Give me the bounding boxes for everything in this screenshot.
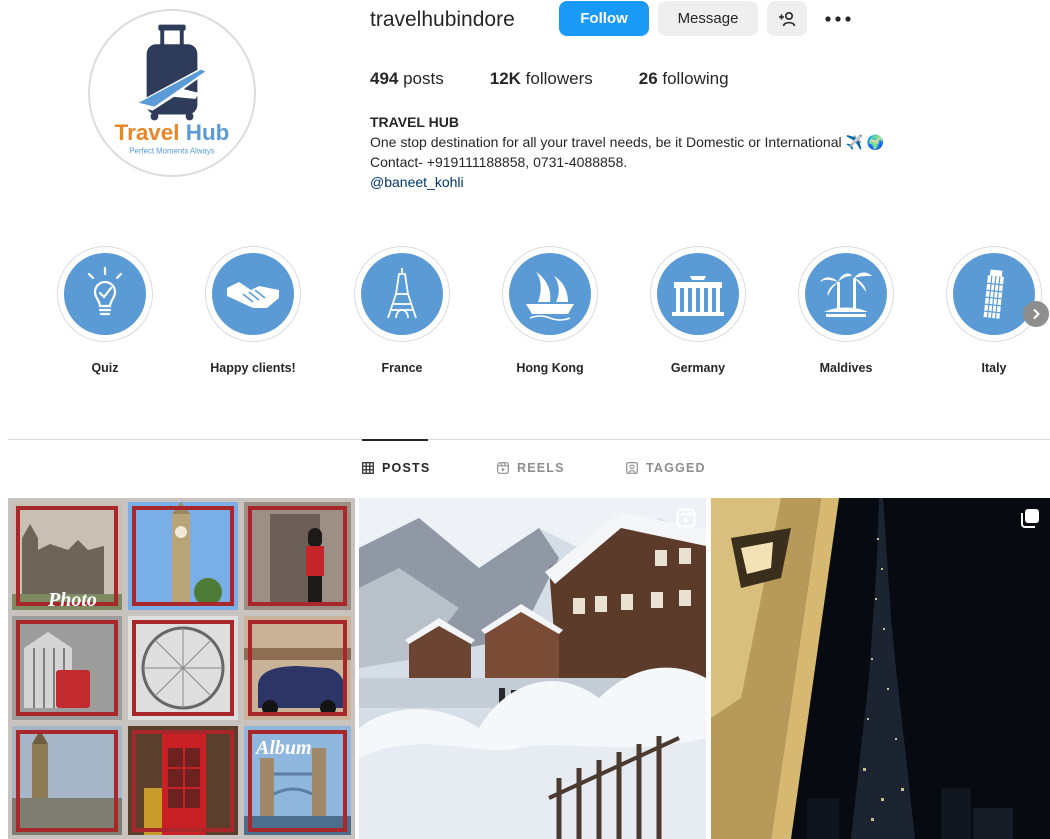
reel-badge: [676, 508, 696, 528]
highlight-label: Happy clients!: [210, 361, 296, 375]
burj-night-image: [711, 498, 1050, 839]
active-tab-indicator: [362, 439, 428, 441]
bio-mention-link[interactable]: @baneet_kohli: [370, 172, 884, 192]
reels-icon: [497, 462, 509, 474]
junk-boat-icon: [526, 272, 574, 321]
highlight-maldives[interactable]: Maldives: [771, 246, 921, 376]
carousel-badge: [1020, 508, 1040, 528]
post-london-collage[interactable]: Photo Album: [8, 498, 355, 839]
bio-display-name: TRAVEL HUB: [370, 114, 459, 130]
bio-contact: Contact- +919111188858, 0731-4088858.: [370, 154, 628, 170]
tab-posts[interactable]: POSTS: [362, 461, 430, 475]
plane-globe-emoji: ✈️ 🌍: [845, 134, 885, 150]
eiffel-tower-icon: [387, 268, 417, 319]
brandenburg-gate-icon: [672, 276, 724, 316]
logo-tagline: Perfect Moments Always: [129, 147, 214, 156]
highlight-label: France: [381, 361, 423, 375]
grid-icon: [362, 462, 374, 474]
add-user-icon: [779, 11, 796, 26]
london-collage-image: Photo Album: [8, 498, 355, 839]
collage-overlay-bottom: Album: [254, 737, 312, 759]
profile-stats: 494 posts 12K followers 26 following: [370, 68, 775, 90]
chevron-right-icon: [1033, 308, 1040, 320]
highlight-label: Maldives: [819, 361, 873, 375]
palm-island-icon: [820, 272, 872, 317]
highlight-happy-clients[interactable]: Happy clients!: [178, 246, 328, 376]
tagged-icon: [626, 462, 638, 474]
more-dots-icon: [825, 15, 851, 22]
suggest-user-button[interactable]: [767, 1, 807, 36]
posts-count[interactable]: 494 posts: [370, 68, 444, 90]
post-burj-night[interactable]: [711, 498, 1050, 839]
collage-overlay-top: Photo: [47, 589, 97, 611]
highlight-label: Germany: [670, 361, 726, 375]
highlights-next-button[interactable]: [1023, 301, 1049, 327]
highlight-france[interactable]: France: [327, 246, 477, 376]
carousel-icon: [1021, 509, 1039, 528]
highlight-label: Quiz: [91, 361, 119, 375]
more-options-button[interactable]: [815, 1, 861, 36]
highlight-label: Hong Kong: [516, 361, 584, 375]
profile-avatar[interactable]: Travel Hub Perfect Moments Always: [88, 9, 256, 177]
tabs-divider: [8, 439, 1050, 440]
travel-hub-logo-icon: Travel Hub Perfect Moments Always: [90, 11, 254, 175]
bio-description: One stop destination for all your travel…: [370, 134, 885, 150]
post-snowy-village[interactable]: [359, 498, 706, 839]
reel-icon: [676, 508, 696, 528]
highlight-label: Italy: [981, 361, 1007, 375]
logo-text: Travel Hub: [115, 120, 230, 145]
lightbulb-icon: [87, 266, 123, 316]
message-button[interactable]: Message: [658, 1, 758, 36]
handshake-icon: [227, 282, 279, 308]
highlight-germany[interactable]: Germany: [623, 246, 773, 376]
follow-button[interactable]: Follow: [559, 1, 649, 36]
tab-reels[interactable]: REELS: [497, 461, 565, 475]
snowy-village-image: [359, 498, 706, 839]
profile-bio: TRAVEL HUB One stop destination for all …: [370, 112, 884, 192]
leaning-tower-icon: [983, 269, 1004, 319]
following-count[interactable]: 26 following: [639, 68, 729, 90]
highlight-hong-kong[interactable]: Hong Kong: [475, 246, 625, 376]
profile-username: travelhubindore: [370, 8, 515, 31]
followers-count[interactable]: 12K followers: [490, 68, 593, 90]
story-highlights: Quiz Happy clients! France Hong Kong Ger…: [0, 246, 1050, 386]
highlight-quiz[interactable]: Quiz: [30, 246, 180, 376]
tab-tagged[interactable]: TAGGED: [626, 461, 706, 475]
